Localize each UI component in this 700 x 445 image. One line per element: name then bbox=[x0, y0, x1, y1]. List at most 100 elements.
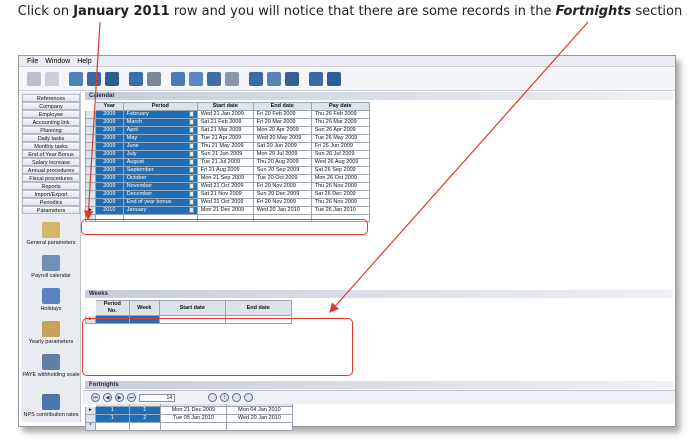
search-record-icon[interactable] bbox=[208, 393, 217, 402]
sidebar-item-periodics[interactable]: Periodics bbox=[22, 198, 80, 206]
cell-year[interactable]: 2009 bbox=[94, 182, 124, 191]
cell-end-date[interactable]: Sun 20 Sep 2009 bbox=[252, 166, 312, 175]
sidebar-item-end-of-year-bonus[interactable]: End of Year Bonus bbox=[22, 150, 80, 158]
cell-pay-date[interactable]: Fri 26 Jun 2009 bbox=[310, 142, 370, 151]
row-selector[interactable] bbox=[85, 190, 96, 199]
sidebar-item-annual-procedures[interactable]: Annual procedures bbox=[22, 166, 80, 174]
menu-window[interactable]: Window bbox=[45, 58, 70, 65]
cell[interactable] bbox=[94, 422, 130, 431]
cell[interactable] bbox=[225, 422, 293, 431]
cell-period[interactable]: September bbox=[122, 166, 198, 175]
cell-pay-date[interactable]: Wed 26 Aug 2009 bbox=[310, 158, 370, 167]
menu-file[interactable]: File bbox=[27, 58, 38, 65]
cell-start-date[interactable]: Tue 21 Jul 2009 bbox=[196, 158, 254, 167]
export-icon[interactable] bbox=[267, 71, 281, 86]
cell-end-date[interactable]: Wed 20 Jan 2010 bbox=[252, 206, 312, 215]
cell-fortnight[interactable]: 1 bbox=[128, 406, 161, 415]
cell-end-date[interactable]: Wed 20 Jan 2010 bbox=[225, 414, 293, 423]
cell-period[interactable]: November bbox=[122, 182, 198, 191]
cell-start-date[interactable]: Mon 21 Dec 2009 bbox=[196, 206, 254, 215]
info-icon[interactable]: ! bbox=[220, 393, 229, 402]
cell-pay-date[interactable]: Thu 26 Nov 2009 bbox=[310, 182, 370, 191]
sidebar-item-parameters[interactable]: Parameters bbox=[22, 206, 80, 214]
cell-pay-date[interactable]: Sun 26 Jul 2009 bbox=[310, 150, 370, 159]
calendar-row[interactable]: 2009 October Mon 21 Sep 2009 Tue 20 Oct 200… bbox=[85, 174, 370, 183]
cell-year[interactable]: 2009 bbox=[94, 142, 124, 151]
calendar-row[interactable]: 2009 August Tue 21 Jul 2009 Thu 20 Aug 2009… bbox=[85, 158, 370, 167]
cell-end-date[interactable]: Mon 20 Apr 2009 bbox=[252, 126, 312, 135]
fortnight-row[interactable]: 1 2 Tue 05 Jan 2010 Wed 20 Jan 2010 bbox=[85, 414, 293, 423]
cell-year[interactable]: 2009 bbox=[94, 174, 124, 183]
col-end-date[interactable]: End date bbox=[252, 102, 312, 111]
document-icon[interactable] bbox=[69, 71, 83, 86]
sidebar-item-company[interactable]: Company bbox=[22, 102, 80, 110]
cell-end-date[interactable]: Sun 20 Dec 2009 bbox=[252, 190, 312, 199]
cell-pay-date[interactable]: Thu 26 Feb 2009 bbox=[310, 110, 370, 119]
sidebar-item-reports[interactable]: Reports bbox=[22, 182, 80, 190]
cell-end-date[interactable]: Fri 20 Mar 2009 bbox=[252, 118, 312, 127]
sidebar-item-fiscal-procedures[interactable]: Fiscal procedures bbox=[22, 174, 80, 182]
table-icon[interactable] bbox=[244, 393, 253, 402]
cell-start-date[interactable]: Sat 21 Nov 2009 bbox=[196, 190, 254, 199]
row-selector[interactable] bbox=[85, 118, 96, 127]
cell-start-date[interactable]: Sat 21 Feb 2009 bbox=[196, 118, 254, 127]
next-record-icon[interactable]: ▶ bbox=[115, 393, 124, 402]
cell-end-date[interactable]: Fri 20 Feb 2009 bbox=[252, 110, 312, 119]
fortnight-new-row[interactable]: * bbox=[85, 422, 293, 431]
col-start-date[interactable]: Start date bbox=[158, 300, 226, 316]
col-week[interactable]: Week bbox=[128, 300, 160, 316]
sidebar-item-daily-tasks[interactable]: Daily tasks bbox=[22, 134, 80, 142]
first-record-icon[interactable]: ⏮ bbox=[91, 393, 100, 402]
link-icon[interactable] bbox=[285, 71, 299, 86]
cell-fortnight[interactable]: 2 bbox=[128, 414, 161, 423]
row-selector[interactable] bbox=[85, 150, 96, 159]
cell-period[interactable]: March bbox=[122, 118, 198, 127]
calendar-row[interactable]: 2009 June Thu 21 May 2009 Sat 20 Jun 2009 Fr… bbox=[85, 142, 370, 151]
row-selector[interactable] bbox=[85, 158, 96, 167]
sidebar-item-monthly-tasks[interactable]: Monthly tasks bbox=[22, 142, 80, 150]
save-icon[interactable] bbox=[129, 71, 143, 86]
dropdown-arrow-icon[interactable] bbox=[188, 143, 194, 149]
cell-period[interactable]: December bbox=[122, 190, 198, 199]
cell-start-date[interactable]: Tue 21 Apr 2009 bbox=[196, 134, 254, 143]
cell-pay-date[interactable]: Mon 26 Oct 2009 bbox=[310, 174, 370, 183]
cell-end-date[interactable]: Wed 20 May 2009 bbox=[252, 134, 312, 143]
cell-end-date[interactable]: Mon 20 Jul 2009 bbox=[252, 150, 312, 159]
cell[interactable] bbox=[128, 422, 161, 431]
col-year[interactable]: Year bbox=[94, 102, 124, 111]
calendar-row[interactable]: ▸ 2010 January Mon 21 Dec 2009 Wed 20 Jan 20… bbox=[85, 206, 370, 215]
cell-end-date[interactable]: Fri 20 Nov 2009 bbox=[252, 182, 312, 191]
dropdown-arrow-icon[interactable] bbox=[188, 151, 194, 157]
cell-year[interactable]: 2009 bbox=[94, 134, 124, 143]
cell-end-date[interactable]: Thu 20 Aug 2009 bbox=[252, 158, 312, 167]
sidebar-item-accounting-link[interactable]: Accounting link bbox=[22, 118, 80, 126]
undo-icon[interactable] bbox=[147, 71, 161, 86]
run-icon[interactable] bbox=[327, 71, 341, 86]
cell-start-date[interactable]: Mon 21 Dec 2009 bbox=[159, 406, 227, 415]
cell-start-date[interactable]: Mon 21 Sep 2009 bbox=[196, 174, 254, 183]
cell-period[interactable]: February bbox=[122, 110, 198, 119]
cell-period[interactable]: May bbox=[122, 134, 198, 143]
cell-end-date[interactable]: Fri 20 Nov 2009 bbox=[252, 198, 312, 207]
cell-pay-date[interactable]: Sun 26 Apr 2009 bbox=[310, 126, 370, 135]
cell-end-date[interactable]: Sat 20 Jun 2009 bbox=[252, 142, 312, 151]
cell-start-date[interactable]: Tue 05 Jan 2010 bbox=[159, 414, 227, 423]
cell-pay-date[interactable]: Thu 26 Mar 2009 bbox=[310, 118, 370, 127]
cell-start-date[interactable]: Sun 21 Jun 2009 bbox=[196, 150, 254, 159]
nav-nps-contribution-rates[interactable]: NPS contribution rates bbox=[22, 394, 80, 418]
cell-end-date[interactable]: Mon 04 Jan 2010 bbox=[225, 406, 293, 415]
nav-paye-withholding-scale[interactable]: PAYE withholding scale bbox=[22, 354, 80, 378]
sidebar-item-salary-increase[interactable]: Salary increase bbox=[22, 158, 80, 166]
sidebar-item-employee[interactable]: Employee bbox=[22, 110, 80, 118]
cell-start-date[interactable]: Wed 21 Oct 2009 bbox=[196, 198, 254, 207]
nav-holidays[interactable]: Holidays bbox=[22, 288, 80, 312]
filter-icon[interactable] bbox=[207, 71, 221, 86]
back-icon[interactable] bbox=[27, 71, 41, 86]
cell[interactable] bbox=[159, 422, 227, 431]
copy-icon[interactable] bbox=[87, 71, 101, 86]
tree-icon[interactable] bbox=[45, 71, 59, 86]
sidebar-item-import-export[interactable]: Import/Export bbox=[22, 190, 80, 198]
nav-yearly-parameters[interactable]: Yearly parameters bbox=[22, 321, 80, 345]
calendar-row[interactable]: 2009 April Sat 21 Mar 2009 Mon 20 Apr 2009 S… bbox=[85, 126, 370, 135]
col-start-date[interactable]: Start date bbox=[196, 102, 254, 111]
